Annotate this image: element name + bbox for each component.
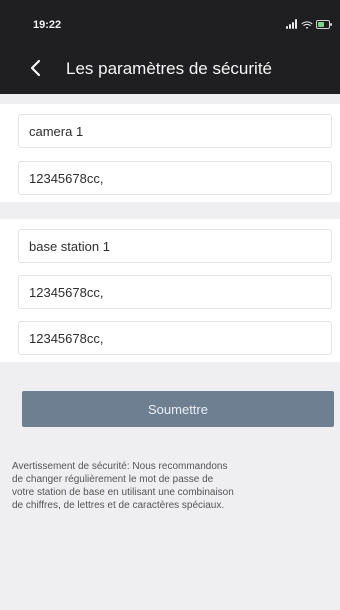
- camera-password-field[interactable]: 12345678cc,: [18, 161, 332, 195]
- page-title: Les paramètres de sécurité: [66, 59, 272, 78]
- camera-name-field[interactable]: camera 1: [18, 114, 332, 148]
- camera-password-value: 12345678cc,: [29, 171, 104, 186]
- wifi-icon: [301, 18, 313, 30]
- submit-button[interactable]: Soumettre: [22, 391, 334, 427]
- back-button[interactable]: [24, 56, 48, 80]
- status-icons: [286, 16, 332, 32]
- battery-fill: [318, 22, 324, 27]
- chevron-left-icon: [30, 59, 41, 77]
- security-warning-text: Avertissement de sécurité: Nous recomman…: [12, 461, 234, 511]
- app-screen: 19:22 Les paramètres de sécurité camera …: [0, 0, 340, 610]
- base-station-password-field[interactable]: 12345678cc,: [18, 275, 332, 309]
- top-bar: 19:22 Les paramètres de sécurité: [0, 0, 340, 94]
- base-station-password-value: 12345678cc,: [29, 285, 104, 300]
- status-time: 19:22: [33, 19, 62, 31]
- base-station-password-confirm-field[interactable]: 12345678cc,: [18, 321, 332, 355]
- base-station-password-confirm-value: 12345678cc,: [29, 331, 104, 346]
- battery-icon: [316, 20, 332, 29]
- camera-name-value: camera 1: [29, 124, 84, 139]
- base-station-name-value: base station 1: [29, 239, 110, 254]
- base-station-name-field[interactable]: base station 1: [18, 229, 332, 263]
- signal-icon: [286, 19, 298, 29]
